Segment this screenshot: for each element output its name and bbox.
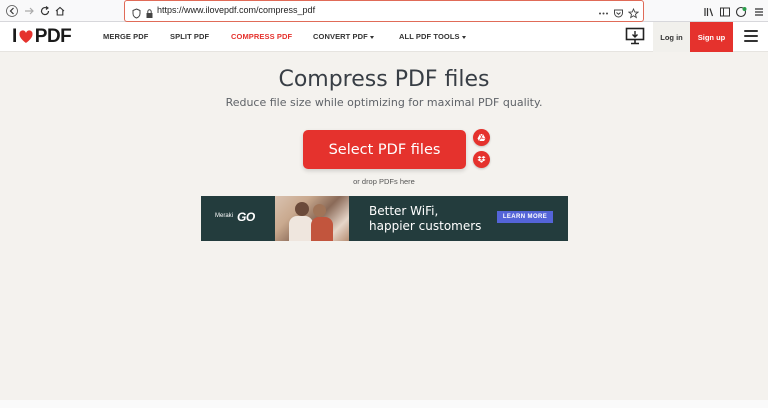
page-subtitle: Reduce file size while optimizing for ma… [225,96,543,109]
signup-button[interactable]: Sign up [690,22,733,52]
more-icon[interactable] [598,6,609,17]
ad-headline-line2: happier customers [369,219,482,233]
ad-learn-more-button[interactable]: LEARN MORE [497,211,553,223]
forward-icon[interactable] [21,3,37,19]
google-drive-icon [477,133,486,142]
ad-headline-line1: Better WiFi, [369,204,439,218]
logo-text-pdf: PDF [34,26,72,47]
page-title: Compress PDF files [278,67,490,92]
dropbox-icon [477,156,486,163]
ilovepdf-logo[interactable]: I PDF [12,26,72,47]
extension-icon[interactable] [735,5,747,18]
pocket-icon[interactable] [613,6,624,18]
login-button[interactable]: Log in [653,22,690,52]
drop-files-hint: or drop PDFs here [353,177,415,186]
url-text[interactable]: https://www.ilovepdf.com/compress_pdf [157,5,315,15]
home-icon[interactable] [52,3,68,19]
bookmark-star-icon[interactable] [627,6,640,19]
nav-convert-pdf[interactable]: CONVERT PDF [313,32,374,41]
browser-toolbar: https://www.ilovepdf.com/compress_pdf [0,0,768,22]
ad-brand-logo: GO [237,210,255,224]
hamburger-menu-icon[interactable] [744,30,758,42]
nav-compress-pdf[interactable]: COMPRESS PDF [231,32,292,41]
address-bar[interactable]: https://www.ilovepdf.com/compress_pdf [124,0,644,22]
dropbox-button[interactable] [473,151,490,168]
nav-merge-pdf[interactable]: MERGE PDF [103,32,149,41]
nav-convert-pdf-label: CONVERT PDF [313,32,368,41]
heart-icon [18,29,34,45]
caret-down-icon [369,35,374,39]
shield-icon[interactable] [131,6,142,19]
sidebar-icon[interactable] [719,5,731,17]
logo-text-i: I [12,26,17,47]
menu-icon[interactable] [753,5,765,17]
ad-brand: Meraki [215,213,234,219]
nav-split-pdf[interactable]: SPLIT PDF [170,32,209,41]
ad-banner[interactable]: Meraki GO Better WiFi, happier customers… [201,196,568,241]
nav-all-pdf-tools-label: ALL PDF TOOLS [399,32,460,41]
lock-icon[interactable] [144,6,155,18]
select-pdf-files-button[interactable]: Select PDF files [303,130,466,169]
ad-image [275,196,349,241]
footer-strip [0,400,768,408]
google-drive-button[interactable] [473,129,490,146]
ad-headline: Better WiFi, happier customers [369,204,481,234]
library-icon[interactable] [703,5,715,17]
nav-all-pdf-tools[interactable]: ALL PDF TOOLS [399,32,466,41]
desktop-app-icon[interactable] [625,27,645,45]
reload-icon[interactable] [37,3,53,19]
caret-down-icon [461,35,466,39]
back-icon[interactable] [4,3,20,19]
